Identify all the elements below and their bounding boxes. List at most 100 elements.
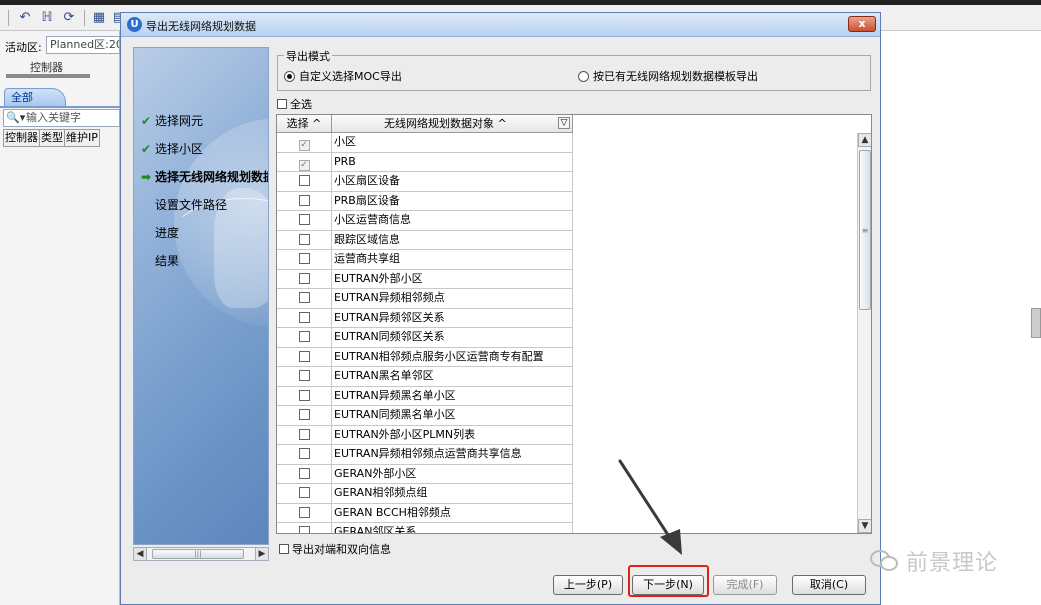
table-row[interactable]: EUTRAN外部小区PLMN列表 (277, 425, 573, 445)
row-select-cell[interactable] (277, 250, 332, 270)
next-button[interactable]: 下一步(N) (632, 575, 704, 595)
table-row[interactable]: EUTRAN同频邻区关系 (277, 328, 573, 348)
scroll-left-icon[interactable]: ◀ (134, 548, 147, 560)
row-select-cell[interactable] (277, 367, 332, 387)
column-maintain-ip[interactable]: 维护IP (64, 129, 100, 147)
radio-custom-moc[interactable]: 自定义选择MOC导出 (284, 68, 402, 84)
keyword-search[interactable]: 🔍▾ 输入关键字 (3, 109, 120, 127)
row-select-cell[interactable] (277, 386, 332, 406)
table-row[interactable]: GERAN BCCH相邻频点 (277, 503, 573, 523)
checkbox-icon[interactable] (298, 389, 310, 401)
table-row[interactable]: GERAN邻区关系 (277, 523, 573, 533)
filter-icon[interactable]: ▽ (558, 117, 570, 129)
table-row[interactable]: ✓ PRB (277, 152, 573, 172)
radio-selected-icon[interactable] (284, 71, 295, 82)
close-button[interactable]: x (848, 16, 876, 32)
table-row[interactable]: 运营商共享组 (277, 250, 573, 270)
table-row[interactable]: ✓ 小区 (277, 133, 573, 153)
grid-icon[interactable]: ▦ (90, 9, 108, 27)
checkbox-icon[interactable] (298, 175, 310, 186)
table-row[interactable]: EUTRAN异频相邻频点运营商共享信息 (277, 445, 573, 465)
checkbox-icon[interactable] (298, 448, 310, 459)
refresh-icon[interactable]: ⟳ (60, 9, 78, 27)
row-select-cell[interactable] (277, 406, 332, 426)
export-both-checkbox[interactable]: 导出对端和双向信息 (279, 541, 391, 557)
column-header-object[interactable]: 无线网络规划数据对象 ^ ▽ (332, 115, 573, 133)
checkbox-icon[interactable] (298, 194, 310, 206)
row-select-cell[interactable] (277, 328, 332, 348)
row-select-cell[interactable] (277, 347, 332, 367)
row-select-cell[interactable] (277, 269, 332, 289)
row-select-cell[interactable] (277, 445, 332, 465)
checkbox-icon[interactable] (298, 526, 310, 533)
radio-unselected-icon[interactable] (578, 71, 589, 82)
prev-button[interactable]: 上一步(P) (553, 575, 623, 595)
select-all-checkbox[interactable]: 全选 (277, 96, 312, 112)
table-row[interactable]: 小区运营商信息 (277, 211, 573, 231)
table-row[interactable]: GERAN相邻频点组 (277, 484, 573, 504)
checkbox-icon[interactable] (298, 428, 310, 440)
row-select-cell[interactable] (277, 425, 332, 445)
scroll-thumb[interactable]: ≡ (859, 150, 871, 310)
undo-icon[interactable]: ↶ (16, 9, 34, 27)
row-select-cell[interactable] (277, 172, 332, 192)
search-icon[interactable]: 🔍▾ (6, 110, 25, 126)
checkbox-icon[interactable] (298, 253, 310, 264)
row-select-cell[interactable] (277, 230, 332, 250)
checkbox-icon[interactable] (298, 311, 310, 323)
row-select-cell[interactable] (277, 503, 332, 523)
checkbox-icon[interactable] (298, 370, 310, 381)
row-select-cell[interactable] (277, 191, 332, 211)
dialog-title-bar[interactable]: U 导出无线网络规划数据 x (121, 13, 880, 37)
checkbox-icon[interactable] (298, 506, 310, 518)
radio-template[interactable]: 按已有无线网络规划数据模板导出 (578, 68, 758, 84)
checkbox-icon[interactable] (298, 487, 310, 498)
checkbox-icon[interactable] (277, 99, 287, 109)
checkbox-icon[interactable] (298, 331, 310, 342)
table-row[interactable]: EUTRAN异频邻区关系 (277, 308, 573, 328)
panel-expand-handle[interactable] (1031, 308, 1041, 338)
row-select-cell[interactable] (277, 211, 332, 231)
wizard-steps-panel: ✔ 选择网元 ✔ 选择小区 ➡ 选择无线网络规划数据 设置文件路径 进度 结果 (133, 47, 269, 545)
checkbox-icon[interactable] (279, 544, 289, 554)
row-select-cell[interactable] (277, 523, 332, 533)
cancel-button[interactable]: 取消(C) (792, 575, 866, 595)
finish-button[interactable]: 完成(F) (713, 575, 777, 595)
row-select-cell[interactable] (277, 464, 332, 484)
table-row[interactable]: EUTRAN黑名单邻区 (277, 367, 573, 387)
table-row[interactable]: GERAN外部小区 (277, 464, 573, 484)
wizard-horizontal-scrollbar[interactable]: ◀ ||| ▶ (133, 547, 269, 561)
checkbox-icon[interactable] (298, 233, 310, 245)
scroll-thumb[interactable]: ||| (152, 549, 244, 559)
checkbox-icon[interactable] (298, 214, 310, 225)
column-header-select[interactable]: 选择 ^ (277, 115, 332, 133)
checkbox-icon[interactable] (298, 292, 310, 303)
table-row[interactable]: EUTRAN外部小区 (277, 269, 573, 289)
table-row[interactable]: EUTRAN异频黑名单小区 (277, 386, 573, 406)
keyword-search-input[interactable]: 输入关键字 (26, 110, 81, 126)
row-select-cell[interactable]: ✓ (277, 152, 332, 172)
column-controller[interactable]: 控制器 (3, 129, 40, 147)
active-area-field[interactable]: Planned区:20 (46, 36, 120, 54)
checkbox-icon[interactable] (298, 467, 310, 479)
scroll-up-icon[interactable]: ▲ (858, 133, 871, 147)
tab-all[interactable]: 全部 (4, 88, 66, 106)
row-select-cell[interactable] (277, 308, 332, 328)
checkbox-icon[interactable] (298, 409, 310, 420)
row-select-cell[interactable] (277, 484, 332, 504)
row-select-cell[interactable] (277, 289, 332, 309)
table-row[interactable]: 小区扇区设备 (277, 172, 573, 192)
table-row[interactable]: EUTRAN同频黑名单小区 (277, 406, 573, 426)
table-row[interactable]: EUTRAN异频相邻频点 (277, 289, 573, 309)
table-row[interactable]: PRB扇区设备 (277, 191, 573, 211)
table-row[interactable]: EUTRAN相邻频点服务小区运营商专有配置 (277, 347, 573, 367)
checkbox-icon[interactable] (298, 272, 310, 284)
scroll-down-icon[interactable]: ▼ (858, 519, 871, 533)
table-row[interactable]: 跟踪区域信息 (277, 230, 573, 250)
scroll-right-icon[interactable]: ▶ (255, 548, 268, 560)
hierarchy-icon[interactable]: ℍ (38, 9, 56, 27)
row-select-cell[interactable]: ✓ (277, 133, 332, 153)
checkbox-icon[interactable] (298, 350, 310, 362)
column-type[interactable]: 类型 (39, 129, 65, 147)
table-vertical-scrollbar[interactable]: ▲ ≡ ▼ (857, 133, 871, 533)
